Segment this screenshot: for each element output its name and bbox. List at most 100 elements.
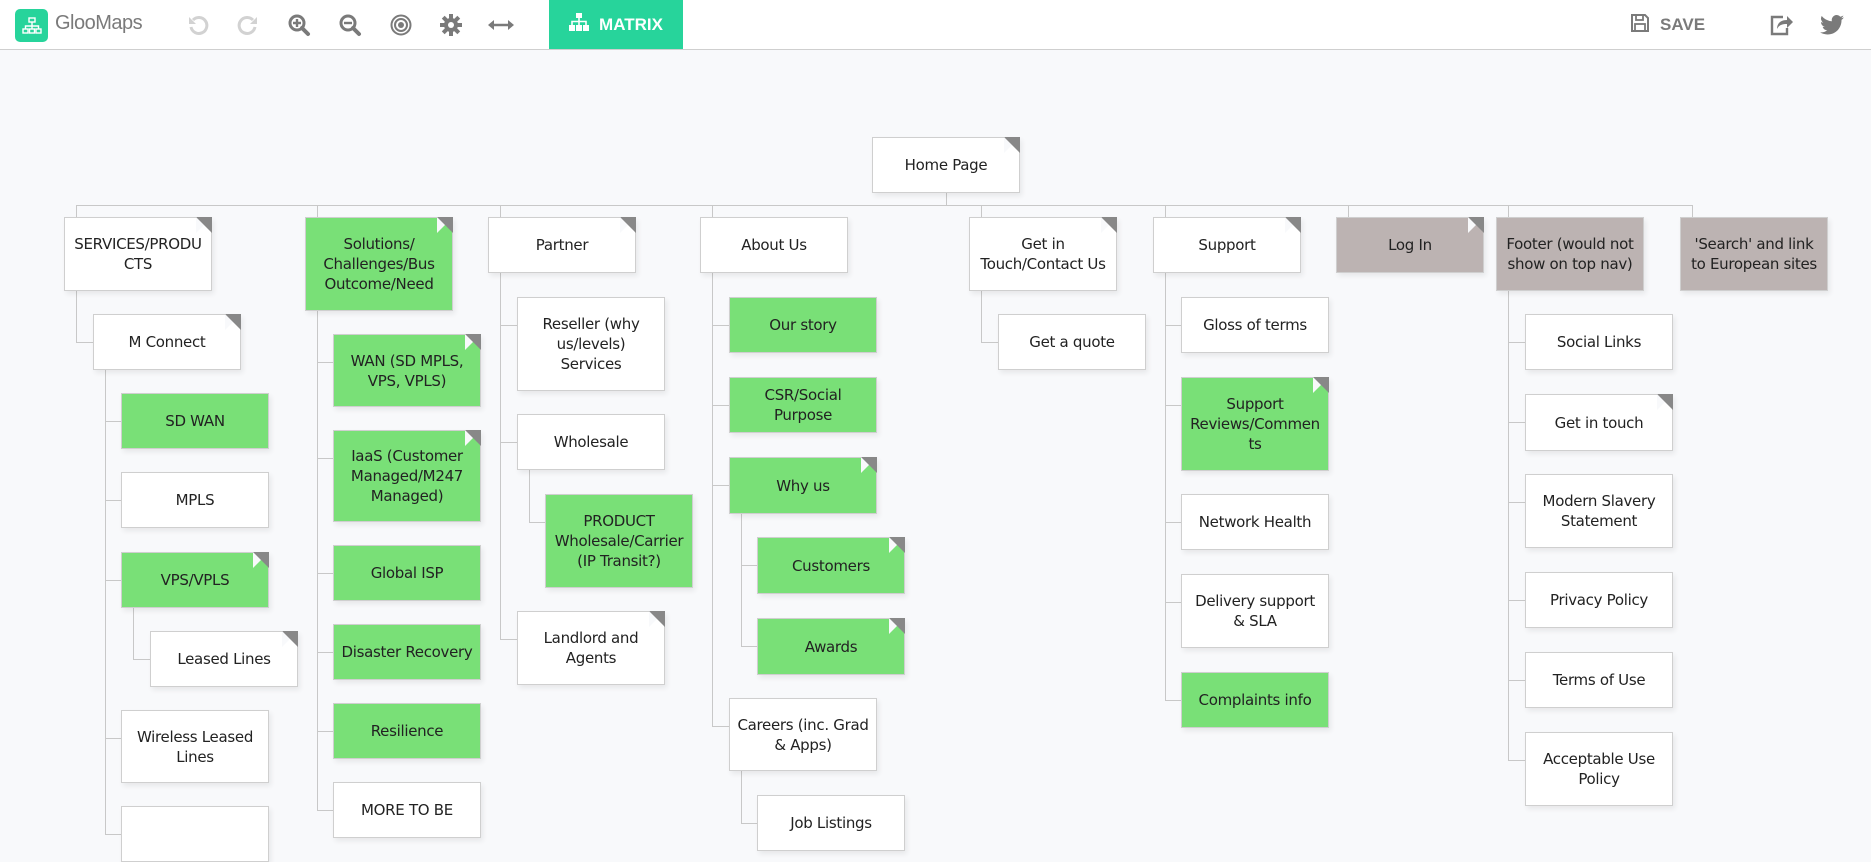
sitemap-node-network-health[interactable]: Network Health bbox=[1181, 494, 1329, 550]
sitemap-node-about-us[interactable]: About Us bbox=[700, 217, 848, 273]
note-fold-icon bbox=[253, 552, 269, 568]
node-label: MPLS bbox=[175, 491, 215, 509]
share-icon[interactable] bbox=[1768, 12, 1794, 38]
note-fold-icon bbox=[649, 611, 665, 627]
connector-line bbox=[105, 580, 121, 581]
sitemap-node-iaas-customer-managed-m247-managed[interactable]: IaaS (Customer Managed/M247 Managed) bbox=[333, 430, 481, 522]
sitemap-node-privacy-policy[interactable]: Privacy Policy bbox=[1525, 572, 1673, 628]
node-label: Delivery support & SLA bbox=[1195, 592, 1315, 630]
node-label: Partner bbox=[535, 236, 589, 254]
connector-line bbox=[133, 659, 150, 660]
sitemap-node-csr-social-purpose[interactable]: CSR/Social Purpose bbox=[729, 377, 877, 433]
sitemap-node-terms-of-use[interactable]: Terms of Use bbox=[1525, 652, 1673, 708]
sitemap-node-delivery-support-sla[interactable]: Delivery support & SLA bbox=[1181, 574, 1329, 648]
sitemap-node-why-us[interactable]: Why us bbox=[729, 457, 877, 514]
sitemap-node-job-listings[interactable]: Job Listings bbox=[757, 795, 905, 851]
twitter-icon[interactable] bbox=[1819, 12, 1845, 38]
node-label: Modern Slavery Statement bbox=[1542, 492, 1656, 530]
note-fold-icon bbox=[1004, 137, 1020, 153]
node-label: Disaster Recovery bbox=[341, 643, 473, 661]
connector-line bbox=[1165, 522, 1181, 523]
sitemap-node-landlord-and-agents[interactable]: Landlord and Agents bbox=[517, 611, 665, 685]
sitemap-node-leased-lines[interactable]: Leased Lines bbox=[150, 631, 298, 687]
connector-line bbox=[76, 342, 93, 343]
connector-line bbox=[1165, 273, 1166, 700]
sitemap-node-partner[interactable]: Partner bbox=[488, 217, 636, 273]
sitemap-node-resilience[interactable]: Resilience bbox=[333, 703, 481, 759]
sitemap-node-get-in-touch-contact-us[interactable]: Get in Touch/Contact Us bbox=[969, 217, 1117, 291]
connector-line bbox=[946, 193, 947, 205]
brand-name[interactable]: GlooMaps bbox=[55, 12, 143, 35]
arrows-horizontal-icon[interactable] bbox=[488, 12, 514, 38]
sitemap-node-mpls[interactable]: MPLS bbox=[121, 472, 269, 528]
sitemap-node-gloss-of-terms[interactable]: Gloss of terms bbox=[1181, 297, 1329, 353]
sitemap-node-careers-inc-grad-apps[interactable]: Careers (inc. Grad & Apps) bbox=[729, 698, 877, 771]
node-label: Footer (would not show on top nav) bbox=[1506, 235, 1634, 273]
gear-icon[interactable] bbox=[438, 12, 464, 38]
sitemap-node-our-story[interactable]: Our story bbox=[729, 297, 877, 353]
connector-line bbox=[317, 362, 333, 363]
sitemap-node-more-to-be[interactable]: MORE TO BE bbox=[333, 782, 481, 838]
zoom-out-icon[interactable] bbox=[337, 12, 363, 38]
sitemap-node-modern-slavery-statement[interactable]: Modern Slavery Statement bbox=[1525, 474, 1673, 548]
node-label: MORE TO BE bbox=[361, 801, 453, 819]
sitemap-node-product-wholesale-carrier-ip-transit[interactable]: PRODUCT Wholesale/Carrier (IP Transit?) bbox=[545, 494, 693, 588]
node-label: Wholesale bbox=[553, 433, 629, 451]
matrix-view-button[interactable]: MATRIX bbox=[549, 0, 683, 49]
sitemap-node-svc_more[interactable] bbox=[121, 806, 269, 862]
sitemap-node-social-links[interactable]: Social Links bbox=[1525, 314, 1673, 370]
node-label: CSR/Social Purpose bbox=[764, 386, 842, 424]
sitemap-node-services-products[interactable]: SERVICES/PRODUCTS bbox=[64, 217, 212, 291]
target-icon[interactable] bbox=[388, 12, 414, 38]
connector-line bbox=[317, 731, 333, 732]
floppy-disk-icon bbox=[1630, 13, 1650, 38]
connector-line bbox=[741, 646, 757, 647]
node-label: Resilience bbox=[370, 722, 444, 740]
sitemap-node-wireless-leased-lines[interactable]: Wireless Leased Lines bbox=[121, 710, 269, 783]
connector-line bbox=[317, 205, 318, 217]
sitemap-node-sd-wan[interactable]: SD WAN bbox=[121, 393, 269, 449]
sitemap-node-customers[interactable]: Customers bbox=[757, 537, 905, 594]
zoom-in-icon[interactable] bbox=[286, 12, 312, 38]
sitemap-node-disaster-recovery[interactable]: Disaster Recovery bbox=[333, 624, 481, 680]
sitemap-node-search-and-link-to-european-sites[interactable]: 'Search' and link to European sites bbox=[1680, 217, 1828, 291]
sitemap-node-awards[interactable]: Awards bbox=[757, 618, 905, 675]
sitemap-node-vps-vpls[interactable]: VPS/VPLS bbox=[121, 552, 269, 608]
node-label: Complaints info bbox=[1198, 691, 1312, 709]
connector-line bbox=[529, 470, 530, 522]
connector-line bbox=[712, 325, 729, 326]
connector-line bbox=[1165, 700, 1181, 701]
sitemap-node-support-reviews-comments[interactable]: Support Reviews/Comments bbox=[1181, 377, 1329, 471]
node-label: PRODUCT Wholesale/Carrier (IP Transit?) bbox=[554, 512, 684, 570]
connector-line bbox=[741, 771, 742, 823]
undo-icon[interactable] bbox=[185, 12, 211, 38]
note-fold-icon bbox=[465, 430, 481, 446]
connector-line bbox=[712, 273, 713, 726]
sitemap-node-get-a-quote[interactable]: Get a quote bbox=[998, 314, 1146, 370]
sitemap-node-global-isp[interactable]: Global ISP bbox=[333, 545, 481, 601]
node-label: Awards bbox=[804, 637, 858, 656]
sitemap-canvas[interactable]: Home Page SERVICES/PRODUCTS M Connect SD WA… bbox=[0, 50, 1871, 862]
sitemap-node-wholesale[interactable]: Wholesale bbox=[517, 414, 665, 470]
connector-line bbox=[105, 834, 121, 835]
connector-line bbox=[1508, 342, 1525, 343]
sitemap-node-complaints-info[interactable]: Complaints info bbox=[1181, 672, 1329, 728]
node-label: Get a quote bbox=[1029, 333, 1115, 351]
sitemap-node-log-in[interactable]: Log In bbox=[1336, 217, 1484, 273]
sitemap-node-wan-sd-mpls-vps-vpls[interactable]: WAN (SD MPLS, VPS, VPLS) bbox=[333, 334, 481, 407]
connector-line bbox=[712, 485, 729, 486]
sitemap-node-home-page[interactable]: Home Page bbox=[872, 137, 1020, 193]
connector-line bbox=[712, 405, 729, 406]
redo-icon[interactable] bbox=[235, 12, 261, 38]
gloomaps-logo-icon[interactable] bbox=[15, 9, 48, 42]
node-label: Log In bbox=[1388, 236, 1432, 254]
sitemap-node-solutions-challenges-bus-outcome-need[interactable]: Solutions/ Challenges/Bus Outcome/Need bbox=[305, 217, 453, 311]
sitemap-node-acceptable-use-policy[interactable]: Acceptable Use Policy bbox=[1525, 732, 1673, 806]
save-button[interactable]: SAVE bbox=[1630, 12, 1705, 38]
sitemap-node-reseller-why-us-levels-services[interactable]: Reseller (why us/levels) Services bbox=[517, 297, 665, 391]
sitemap-node-support[interactable]: Support bbox=[1153, 217, 1301, 273]
sitemap-node-get-in-touch[interactable]: Get in touch bbox=[1525, 394, 1673, 451]
sitemap-node-footer-would-not-show-on-top-nav[interactable]: Footer (would not show on top nav) bbox=[1496, 217, 1644, 291]
sitemap-node-m-connect[interactable]: M Connect bbox=[93, 314, 241, 370]
connector-line bbox=[1508, 600, 1525, 601]
